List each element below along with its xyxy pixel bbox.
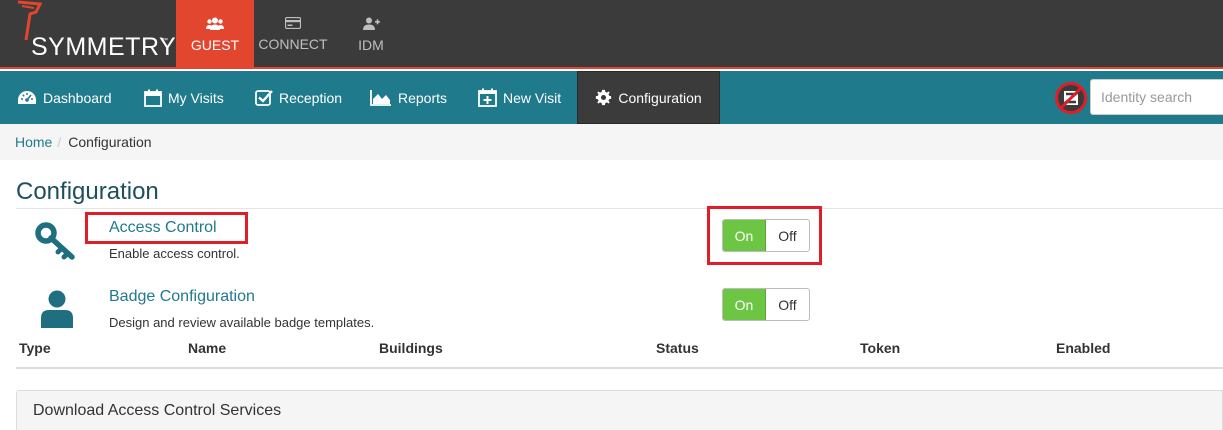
highlight-access-control-title (85, 212, 248, 244)
breadcrumb-home[interactable]: Home (15, 134, 52, 150)
download-services-panel-title: Download Access Control Services (33, 402, 282, 419)
symmetry-logo[interactable]: SYMMETRY ™ (0, 0, 176, 69)
logo-trademark: ™ (162, 38, 168, 44)
nav-configuration-label: Configuration (618, 89, 702, 106)
badge-configuration-title[interactable]: Badge Configuration (109, 288, 255, 306)
breadcrumb-separator: / (57, 134, 62, 150)
nav-new-visit[interactable]: New Visit (478, 71, 561, 124)
gear-icon (596, 89, 612, 106)
area-chart-icon (370, 89, 391, 106)
users-icon (206, 17, 224, 30)
key-icon (35, 222, 75, 260)
highlight-access-control-toggle (707, 206, 822, 265)
nav-reports[interactable]: Reports (370, 71, 447, 124)
calendar-icon (144, 89, 162, 107)
nav-new-visit-label: New Visit (503, 89, 562, 106)
card-icon (285, 17, 301, 29)
identity-search-input[interactable] (1090, 79, 1223, 115)
page-title: Configuration (16, 178, 159, 205)
module-nav: GUEST CONNECT IDM (176, 0, 410, 69)
nav-configuration[interactable]: Configuration (577, 71, 720, 124)
table-header-divider (16, 367, 1223, 369)
access-control-description: Enable access control. (109, 246, 240, 261)
top-bar: SYMMETRY ™ GUEST CONNECT IDM (0, 0, 1223, 69)
download-services-panel[interactable]: Download Access Control Services (16, 390, 1223, 430)
column-header-name[interactable]: Name (188, 340, 226, 356)
badge-configuration-toggle[interactable]: On Off (722, 288, 810, 321)
nav-my-visits-label: My Visits (168, 89, 224, 106)
dashboard-icon (18, 90, 36, 104)
nav-reception-label: Reception (279, 89, 343, 106)
nav-dashboard-label: Dashboard (43, 89, 112, 106)
column-header-type[interactable]: Type (19, 340, 51, 356)
breadcrumb: Home / Configuration (0, 124, 1223, 160)
column-header-enabled[interactable]: Enabled (1056, 340, 1110, 356)
nav-dashboard[interactable]: Dashboard (17, 71, 112, 124)
nav-my-visits[interactable]: My Visits (144, 71, 224, 124)
module-connect[interactable]: CONNECT (254, 0, 332, 69)
no-entry-icon[interactable] (1054, 81, 1088, 115)
badge-configuration-on-button[interactable]: On (723, 289, 766, 320)
badge-configuration-off-button[interactable]: Off (766, 289, 809, 320)
user-plus-icon (362, 17, 380, 30)
nav-reports-label: Reports (398, 89, 448, 106)
logo-text: SYMMETRY (31, 33, 177, 61)
module-idm-label: IDM (358, 36, 384, 53)
module-connect-label: CONNECT (258, 36, 328, 52)
column-header-buildings[interactable]: Buildings (379, 340, 443, 356)
breadcrumb-current: Configuration (68, 134, 152, 150)
services-table-header: Type Name Buildings Status Token Enabled (16, 333, 1223, 369)
column-header-token[interactable]: Token (860, 340, 900, 356)
title-divider (16, 208, 1223, 209)
user-icon (41, 290, 73, 328)
checkbox-icon (255, 90, 273, 106)
main-nav: Dashboard My Visits Reception Reports Ne… (0, 71, 1223, 124)
nav-reception[interactable]: Reception (255, 71, 342, 124)
module-guest[interactable]: GUEST (176, 0, 254, 69)
module-guest-label: GUEST (190, 36, 240, 53)
badge-configuration-description: Design and review available badge templa… (109, 315, 375, 330)
calendar-plus-icon (478, 88, 497, 107)
column-header-status[interactable]: Status (656, 340, 699, 356)
module-idm[interactable]: IDM (332, 0, 410, 69)
